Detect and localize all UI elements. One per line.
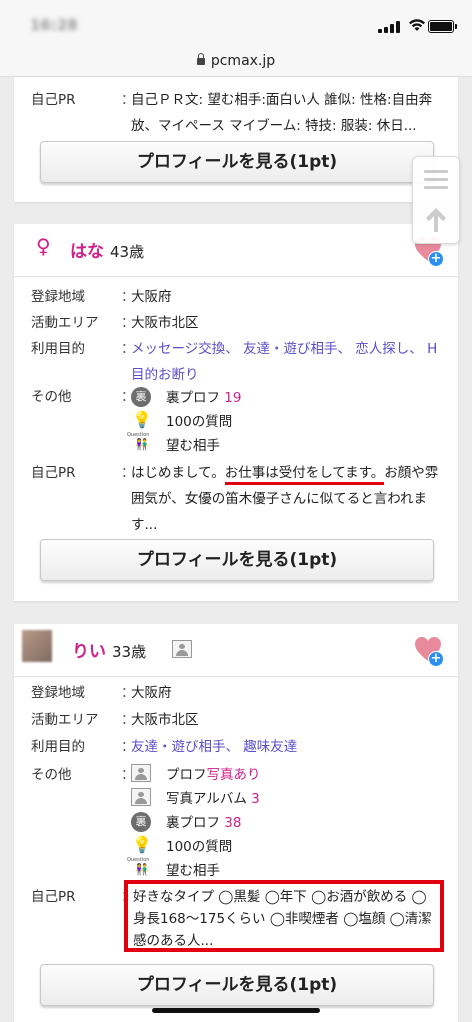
region-value: 大阪府 [131,685,172,701]
view-profile-button[interactable]: プロフィールを見る(1pt) [40,141,434,183]
self-pr-text: 自己ＰＲ文: 望む相手:面白い人 誰似: 性格:自由奔放、マイペース マイブーム… [131,92,433,134]
hamburger-icon[interactable] [424,170,448,190]
view-profile-button[interactable]: プロフィールを見る(1pt) [40,964,434,1006]
pr-text-start: はじめまして。 [131,465,225,481]
view-profile-button[interactable]: プロフィールを見る(1pt) [40,539,434,581]
item-label: 100の質問 [166,839,233,855]
area-value: 大阪市北区 [131,712,199,728]
region-value: 大阪府 [131,289,172,305]
ura-profile-icon: 裏 [131,812,151,832]
floating-nav-panel [412,156,460,244]
self-pr-row: 自己PR ： 自己ＰＲ文: 望む相手:面白い人 誰似: 性格:自由奔放、マイペー… [31,87,441,139]
item-accent: 38 [224,815,242,831]
self-pr-label: 自己PR [31,92,76,108]
other-list: 裏 裏プロフ 19 💡 Question 100の質問 👫 望む相手 [127,384,441,464]
card-header: りい 33歳 + [14,624,458,677]
photo-icon [172,640,192,658]
region-label: 登録地域 [31,289,85,305]
item-label: 望む相手 [166,438,220,454]
item-label: 写真アルバム [166,791,247,807]
plus-icon: + [428,251,444,267]
user-avatar[interactable] [22,630,52,662]
pr-highlight-box: 好きなタイプ ◯黒髪 ◯年下 ◯お酒が飲める ◯身長168〜175くらい ◯非喫… [124,880,444,952]
female-icon: ♀ [36,234,51,258]
self-pr-row: 自己PR ： はじめまして。お仕事は受付をしてます。お顔や雰囲気が、女優の笛木優… [31,460,441,538]
wish-partner-icon: 👫 [135,438,149,451]
user-age: 33歳 [112,643,147,661]
area-label: 活動エリア [31,315,99,331]
status-bar: 16:28 [0,0,472,48]
other-label: その他 [31,767,72,783]
self-pr-text: はじめまして。お仕事は受付をしてます。お顔や雰囲気が、女優の笛木優子さんに似てる… [131,460,441,538]
lock-icon [196,53,205,65]
address-bar[interactable]: pcmax.jp [0,48,472,77]
area-value: 大阪市北区 [131,315,199,331]
user-age: 43歳 [110,243,145,261]
wifi-icon [408,16,426,37]
purpose-value: 友達・遊び相手、 趣味友達 [131,739,298,755]
card-header: ♀ はな 43歳 + [14,224,458,277]
purpose-label: 利用目的 [31,739,85,755]
arrow-up-icon[interactable] [423,206,449,234]
self-pr-text: 好きなタイプ ◯黒髪 ◯年下 ◯お酒が飲める ◯身長168〜175くらい ◯非喫… [133,889,432,949]
status-time: 16:28 [30,16,78,34]
item-label: 裏プロフ [166,815,220,831]
question-bulb-icon: 💡 Question [127,836,153,864]
profile-card-rii: りい 33歳 + 登録地域 ： 大阪府 活動エリア ： 大阪市北区 利用目的 ： … [14,624,458,1022]
user-name[interactable]: りい 33歳 [72,637,146,662]
cellular-signal-icon [378,21,400,33]
profile-photo-icon [131,764,151,782]
item-label: 裏プロフ [166,390,220,406]
purpose-label: 利用目的 [31,341,85,357]
item-count: 19 [224,390,242,406]
region-label: 登録地域 [31,685,85,701]
item-accent: 3 [251,791,260,807]
user-name[interactable]: はな 43歳 [70,237,144,262]
plus-icon: + [428,651,444,667]
purpose-value: メッセージ交換、 友達・遊び相手、 恋人探し、 H目的お断り [131,341,438,383]
home-indicator [152,1008,320,1013]
item-accent: 写真あり [206,767,261,783]
item-label: 100の質問 [166,414,233,430]
pr-highlight-text: お仕事は受付をしてます。 [224,465,385,485]
profile-card-1: 自己PR ： 自己ＰＲ文: 望む相手:面白い人 誰似: 性格:自由奔放、マイペー… [14,77,458,202]
wish-partner-icon: 👫 [135,863,149,876]
photo-album-icon [131,788,151,806]
item-label: プロフ [166,767,207,783]
question-bulb-icon: 💡 Question [127,411,153,439]
area-label: 活動エリア [31,712,99,728]
ura-profile-icon: 裏 [131,387,151,407]
user-name-text: はな [70,242,104,262]
other-row: その他 ： プロフ写真あり 写真アルバム 3 裏 裏プロフ 38 💡 Questi… [31,762,441,886]
user-name-text: りい [72,642,106,662]
other-label: その他 [31,389,72,405]
self-pr-label: 自己PR [31,889,76,905]
url-text: pcmax.jp [210,53,276,69]
profile-card-hana: ♀ はな 43歳 + 登録地域 ： 大阪府 活動エリア ： 大阪市北区 利用目的 … [14,224,458,601]
battery-icon [428,20,457,33]
favorite-add-icon[interactable]: + [414,636,444,667]
other-list: プロフ写真あり 写真アルバム 3 裏 裏プロフ 38 💡 Question 100… [127,762,441,886]
self-pr-label: 自己PR [31,465,76,481]
other-row: その他 ： 裏 裏プロフ 19 💡 Question 100の質問 👫 望む相手 [31,384,441,464]
